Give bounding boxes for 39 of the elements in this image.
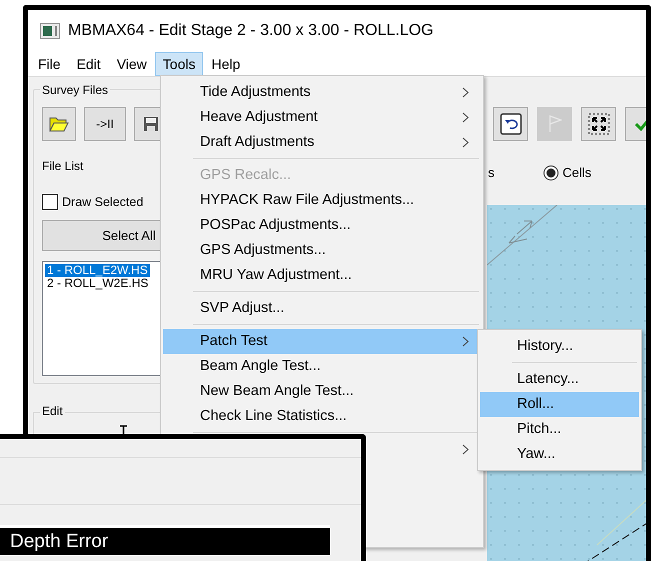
window-title: MBMAX64 - Edit Stage 2 - 3.00 x 3.00 - ROLL.LOG xyxy=(68,21,434,41)
menu-item[interactable]: Latency... xyxy=(480,367,639,392)
undo-icon[interactable] xyxy=(493,107,528,141)
app-icon xyxy=(40,23,60,39)
menu-item[interactable]: POSPac Adjustments... xyxy=(163,213,481,238)
radio-button[interactable] xyxy=(542,165,558,181)
file-list-box[interactable]: 1 - ROLL_E2W.HS 2 - ROLL_W2E.HS xyxy=(42,260,160,376)
file-list-item[interactable]: 2 - ROLL_W2E.HS xyxy=(45,276,150,290)
fit-to-view-icon[interactable] xyxy=(581,107,616,141)
menu-item[interactable]: Draft Adjustments xyxy=(163,130,481,155)
menu-item[interactable]: SVP Adjust... xyxy=(163,296,481,321)
menu-bar-item[interactable]: Help xyxy=(203,52,248,76)
save-icon[interactable] xyxy=(134,107,160,141)
option-label: s xyxy=(488,164,494,182)
folder-icon[interactable] xyxy=(42,107,76,141)
menu-bar-item[interactable]: View xyxy=(108,52,155,76)
menu-item[interactable]: GPS Adjustments... xyxy=(163,238,481,263)
file-list-label: File List xyxy=(42,158,84,175)
select-all-button[interactable]: Select All xyxy=(42,220,160,251)
menu-item[interactable]: Tide Adjustments xyxy=(163,80,481,105)
menu-item[interactable]: Yaw... xyxy=(480,442,639,467)
section-heading: Depth Error xyxy=(0,525,330,555)
menu-bar-item[interactable]: Edit xyxy=(68,52,109,76)
menu-item[interactable]: Roll... xyxy=(480,392,639,417)
radio-label: Cells xyxy=(562,164,592,182)
menu-item[interactable]: Heave Adjustment xyxy=(163,105,481,130)
checkbox[interactable] xyxy=(42,194,58,210)
menu-bar-item[interactable]: File xyxy=(30,52,69,76)
menu-item[interactable]: New Beam Angle Test... xyxy=(163,379,481,404)
next-button[interactable]: ->II xyxy=(84,107,126,141)
menu-item[interactable]: Check Line Statistics... xyxy=(163,404,481,429)
menu-item[interactable]: Beam Angle Test... xyxy=(163,354,481,379)
checkbox-label: Draw Selected xyxy=(62,194,144,211)
file-list-item[interactable]: 1 - ROLL_E2W.HS xyxy=(45,264,150,277)
menu-bar-item[interactable]: Tools xyxy=(154,52,204,76)
menu-item[interactable]: MRU Yaw Adjustment... xyxy=(163,263,481,288)
menu-item[interactable]: HYPACK Raw File Adjustments... xyxy=(163,188,481,213)
menu-item[interactable]: Pitch... xyxy=(480,417,639,442)
menu-item[interactable]: History... xyxy=(480,334,639,359)
